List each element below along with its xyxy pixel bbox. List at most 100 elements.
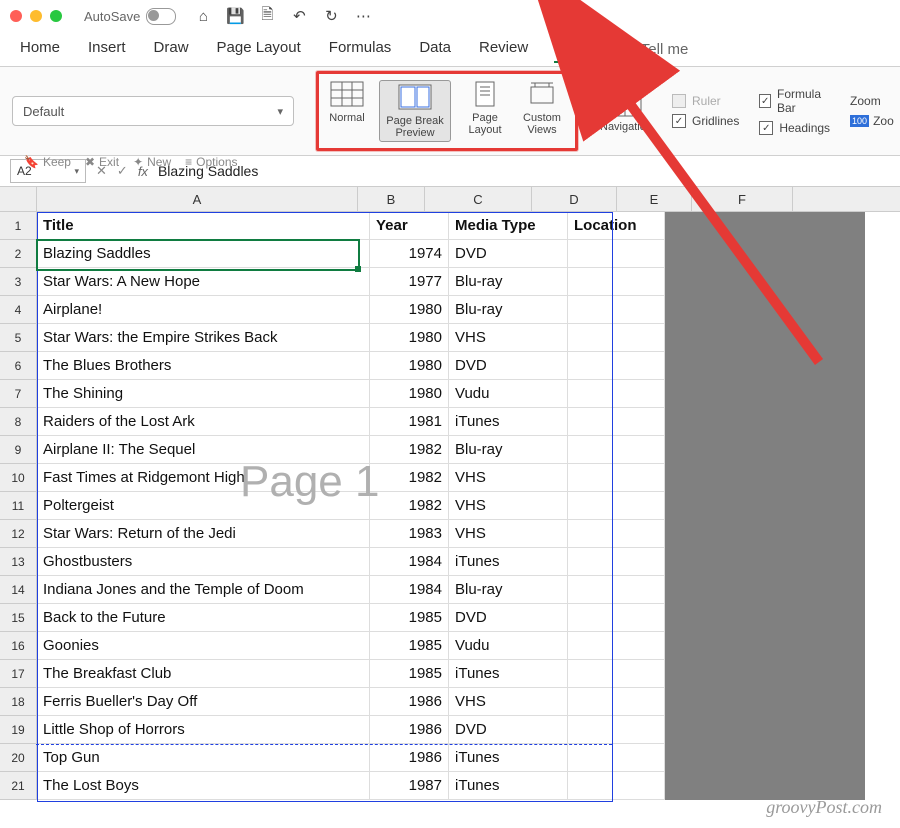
col-B[interactable]: B bbox=[358, 187, 425, 211]
col-C[interactable]: C bbox=[425, 187, 532, 211]
row-header[interactable]: 17 bbox=[0, 660, 37, 688]
cell[interactable] bbox=[665, 660, 752, 688]
cell[interactable]: 1986 bbox=[370, 716, 449, 744]
cell[interactable] bbox=[568, 464, 665, 492]
cell[interactable]: Title bbox=[37, 212, 370, 240]
cell[interactable]: 1982 bbox=[370, 492, 449, 520]
row-header[interactable]: 11 bbox=[0, 492, 37, 520]
cell[interactable] bbox=[752, 212, 865, 240]
cell[interactable]: VHS bbox=[449, 464, 568, 492]
cell[interactable] bbox=[665, 492, 752, 520]
more-icon[interactable]: ⋯ bbox=[354, 7, 372, 25]
row-header[interactable]: 18 bbox=[0, 688, 37, 716]
cell[interactable] bbox=[568, 688, 665, 716]
cell[interactable]: 1974 bbox=[370, 240, 449, 268]
row-header[interactable]: 12 bbox=[0, 520, 37, 548]
menu-insert[interactable]: Insert bbox=[86, 37, 128, 62]
col-A[interactable]: A bbox=[37, 187, 358, 211]
navigation-button[interactable]: Navigation bbox=[600, 89, 652, 133]
cell[interactable] bbox=[568, 268, 665, 296]
cell[interactable] bbox=[665, 408, 752, 436]
cell[interactable]: 1982 bbox=[370, 436, 449, 464]
row-header[interactable]: 8 bbox=[0, 408, 37, 436]
row-header[interactable]: 14 bbox=[0, 576, 37, 604]
cell[interactable] bbox=[568, 436, 665, 464]
cell[interactable]: iTunes bbox=[449, 772, 568, 800]
menu-formulas[interactable]: Formulas bbox=[327, 37, 394, 62]
cell[interactable]: Ghostbusters bbox=[37, 548, 370, 576]
cell[interactable] bbox=[568, 660, 665, 688]
cell[interactable]: VHS bbox=[449, 520, 568, 548]
col-E[interactable]: E bbox=[617, 187, 692, 211]
print-icon[interactable]: 🗎 bbox=[258, 7, 276, 25]
cell[interactable]: 1986 bbox=[370, 744, 449, 772]
gridlines-checkbox[interactable]: ✓Gridlines bbox=[672, 114, 739, 128]
cell[interactable]: Star Wars: the Empire Strikes Back bbox=[37, 324, 370, 352]
cell[interactable]: The Breakfast Club bbox=[37, 660, 370, 688]
cell[interactable]: 1980 bbox=[370, 352, 449, 380]
redo-icon[interactable]: ↻ bbox=[322, 7, 340, 25]
cell[interactable]: iTunes bbox=[449, 408, 568, 436]
ruler-checkbox[interactable]: Ruler bbox=[672, 94, 739, 108]
cell[interactable]: 1977 bbox=[370, 268, 449, 296]
row-header[interactable]: 10 bbox=[0, 464, 37, 492]
cell[interactable]: VHS bbox=[449, 492, 568, 520]
page-break-preview[interactable]: Page Break Preview bbox=[379, 80, 451, 142]
cell[interactable] bbox=[665, 548, 752, 576]
cell[interactable] bbox=[568, 296, 665, 324]
tell-me[interactable]: 💡 Tell me bbox=[616, 40, 688, 58]
cell[interactable] bbox=[665, 436, 752, 464]
cell[interactable] bbox=[665, 772, 752, 800]
cell[interactable]: The Shining bbox=[37, 380, 370, 408]
menu-review[interactable]: Review bbox=[477, 37, 530, 62]
cell[interactable]: Year bbox=[370, 212, 449, 240]
menu-data[interactable]: Data bbox=[417, 37, 453, 62]
cell[interactable]: Top Gun bbox=[37, 744, 370, 772]
cell[interactable]: 1985 bbox=[370, 632, 449, 660]
undo-icon[interactable]: ↶ bbox=[290, 7, 308, 25]
cell[interactable] bbox=[752, 492, 865, 520]
cell[interactable] bbox=[568, 352, 665, 380]
cell[interactable] bbox=[568, 408, 665, 436]
cell[interactable] bbox=[752, 744, 865, 772]
cell[interactable]: Blazing Saddles bbox=[37, 240, 370, 268]
home-icon[interactable]: ⌂ bbox=[194, 7, 212, 25]
cell[interactable]: iTunes bbox=[449, 548, 568, 576]
cell[interactable]: Ferris Bueller's Day Off bbox=[37, 688, 370, 716]
col-F[interactable]: F bbox=[692, 187, 793, 211]
cell[interactable] bbox=[752, 436, 865, 464]
maximize-window[interactable] bbox=[50, 10, 62, 22]
cell[interactable] bbox=[665, 604, 752, 632]
cell[interactable] bbox=[752, 464, 865, 492]
row-header[interactable]: 20 bbox=[0, 744, 37, 772]
cell[interactable] bbox=[752, 268, 865, 296]
close-window[interactable] bbox=[10, 10, 22, 22]
cell[interactable]: 1980 bbox=[370, 324, 449, 352]
cell[interactable]: Little Shop of Horrors bbox=[37, 716, 370, 744]
cell[interactable]: 1986 bbox=[370, 688, 449, 716]
cell[interactable]: 1983 bbox=[370, 520, 449, 548]
cell[interactable] bbox=[665, 212, 752, 240]
row-header[interactable]: 15 bbox=[0, 604, 37, 632]
cell[interactable]: Blu-ray bbox=[449, 436, 568, 464]
cell[interactable]: Media Type bbox=[449, 212, 568, 240]
custom-views[interactable]: Custom Views bbox=[519, 80, 565, 142]
minimize-window[interactable] bbox=[30, 10, 42, 22]
cell[interactable]: DVD bbox=[449, 716, 568, 744]
cell[interactable]: DVD bbox=[449, 604, 568, 632]
cell[interactable] bbox=[752, 660, 865, 688]
cell[interactable]: 1984 bbox=[370, 548, 449, 576]
row-header[interactable]: 13 bbox=[0, 548, 37, 576]
cell[interactable] bbox=[665, 380, 752, 408]
cell[interactable] bbox=[665, 688, 752, 716]
new-view[interactable]: ✦ New bbox=[133, 155, 171, 169]
cell[interactable] bbox=[568, 324, 665, 352]
cell[interactable] bbox=[665, 716, 752, 744]
row-header[interactable]: 1 bbox=[0, 212, 37, 240]
menu-draw[interactable]: Draw bbox=[152, 37, 191, 62]
cell[interactable] bbox=[568, 520, 665, 548]
cell[interactable]: iTunes bbox=[449, 660, 568, 688]
cell[interactable] bbox=[568, 380, 665, 408]
cell[interactable] bbox=[752, 240, 865, 268]
keep-view[interactable]: 🔖 Keep bbox=[24, 155, 71, 169]
